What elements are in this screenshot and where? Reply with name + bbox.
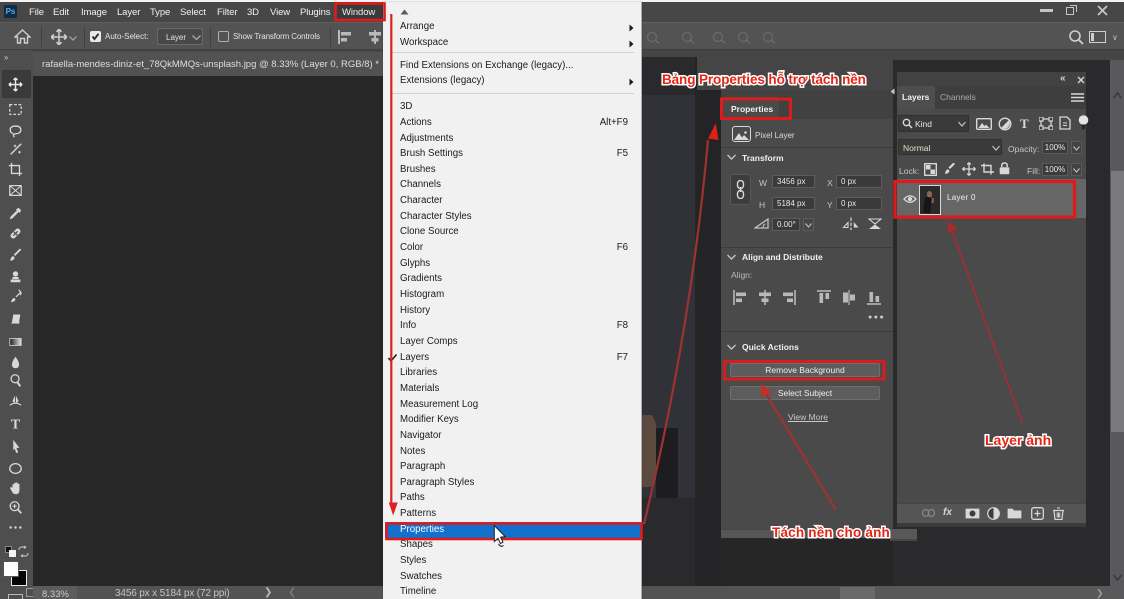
svg-text:Bảng Properties hỗ trợ tách nề: Bảng Properties hỗ trợ tách nền: [662, 72, 866, 87]
svg-text:Tách nền cho ảnh: Tách nền cho ảnh: [772, 525, 890, 540]
svg-text:Layer ảnh: Layer ảnh: [985, 432, 1051, 448]
